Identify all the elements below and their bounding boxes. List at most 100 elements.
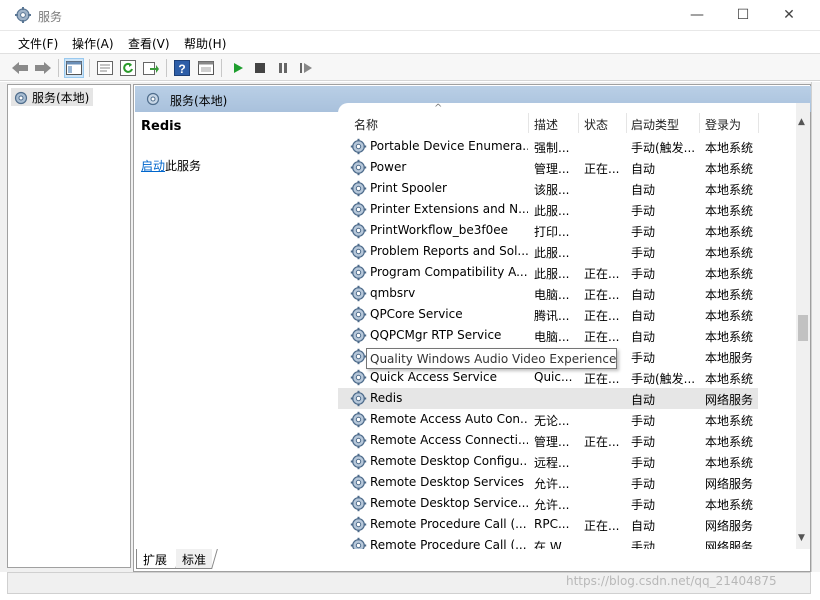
service-row[interactable]: Remote Desktop Service... 允许... 手动 本地系统 — [338, 493, 758, 514]
service-description-cell: 此服... — [534, 204, 570, 218]
service-row[interactable]: Print Spooler 该服... 自动 本地系统 — [338, 178, 758, 199]
service-status-cell: 正在... — [584, 372, 620, 386]
service-description-cell: 在 W... — [534, 540, 572, 549]
service-startup-type-cell: 自动 — [631, 330, 656, 344]
stop-service-icon[interactable] — [250, 58, 270, 78]
title-bar: 服务 — ☐ ✕ — [0, 0, 820, 31]
service-logon-cell: 本地系统 — [705, 330, 754, 344]
scroll-up-icon[interactable]: ▲ — [798, 117, 805, 127]
toolbar: ? — [0, 53, 820, 81]
service-name-cell: Remote Access Auto Con... — [370, 412, 528, 426]
selected-service-name: Redis — [141, 119, 182, 134]
service-row[interactable]: Quick Access Service Quic... 正在... 手动(触发...… — [338, 367, 758, 388]
service-row[interactable]: Remote Procedure Call (... 在 W... 手动 网络服务 — [338, 535, 758, 549]
service-startup-type-cell: 手动 — [631, 435, 656, 449]
back-arrow-icon[interactable] — [10, 58, 30, 78]
menu-action[interactable]: 操作(A) — [72, 35, 114, 52]
service-row[interactable]: QQPCMgr RTP Service 电脑... 正在... 自动 本地系统 — [338, 325, 758, 346]
properties-icon[interactable] — [95, 58, 115, 78]
service-logon-cell: 网络服务 — [705, 519, 754, 533]
service-logon-cell: 本地系统 — [705, 246, 754, 260]
service-startup-type-cell: 手动 — [631, 246, 656, 260]
start-service-suffix: 此服务 — [165, 159, 202, 173]
vertical-scrollbar[interactable]: ▲ ▼ — [796, 103, 810, 549]
tree-node-label: 服务(本地) — [32, 91, 90, 105]
column-header-name[interactable]: 名称 — [354, 116, 378, 133]
services-gear-icon — [14, 91, 28, 104]
column-divider[interactable] — [626, 113, 627, 133]
start-service-link[interactable]: 启动 — [141, 159, 165, 173]
refresh-icon[interactable] — [118, 58, 138, 78]
service-row[interactable]: Printer Extensions and N... 此服... 手动 本地系统 — [338, 199, 758, 220]
service-logon-cell: 本地系统 — [705, 456, 754, 470]
service-name-cell: PrintWorkflow_be3f0ee — [370, 223, 508, 237]
service-startup-type-cell: 自动 — [631, 288, 656, 302]
service-description-cell: Quic... — [534, 370, 573, 384]
pause-service-icon[interactable] — [273, 58, 293, 78]
column-divider[interactable] — [578, 113, 579, 133]
window-right-edge — [811, 82, 820, 572]
start-service-icon[interactable] — [228, 58, 248, 78]
column-header-startup-type[interactable]: 启动类型 — [631, 116, 679, 133]
watermark-text: https://blog.csdn.net/qq_21404875 — [566, 574, 777, 588]
scrollbar-thumb[interactable] — [798, 315, 808, 341]
service-row[interactable]: Remote Access Connecti... 管理... 正在... 手动 本地系… — [338, 430, 758, 451]
restart-service-icon[interactable] — [296, 58, 316, 78]
service-description-cell: 电脑... — [534, 330, 570, 344]
service-startup-type-cell: 自动 — [631, 519, 656, 533]
toolbar-separator — [166, 59, 167, 77]
service-startup-type-cell: 手动 — [631, 351, 656, 365]
help-icon[interactable]: ? — [172, 58, 192, 78]
console-icon[interactable] — [196, 58, 216, 78]
service-row[interactable]: Program Compatibility A... 此服... 正在... 手动 本地… — [338, 262, 758, 283]
minimize-button[interactable]: — — [674, 0, 720, 31]
service-description-cell: 打印... — [534, 225, 570, 239]
service-logon-cell: 本地系统 — [705, 225, 754, 239]
service-row[interactable]: Problem Reports and Sol... 此服... 手动 本地系统 — [338, 241, 758, 262]
service-gear-icon — [350, 138, 367, 155]
scroll-down-icon[interactable]: ▼ — [798, 533, 805, 543]
service-gear-icon — [350, 516, 367, 533]
toolbar-separator — [221, 59, 222, 77]
service-logon-cell: 本地系统 — [705, 414, 754, 428]
service-startup-type-cell: 手动(触发... — [631, 141, 696, 155]
service-row[interactable]: Remote Desktop Configu... 远程... 手动 本地系统 — [338, 451, 758, 472]
service-gear-icon — [350, 201, 367, 218]
service-gear-icon — [350, 222, 367, 239]
tab-standard[interactable]: 标准 — [176, 549, 218, 569]
column-divider[interactable] — [699, 113, 700, 133]
menu-file[interactable]: 文件(F) — [18, 35, 58, 52]
close-button[interactable]: ✕ — [766, 0, 812, 31]
column-header-status[interactable]: 状态 — [584, 116, 608, 133]
service-row[interactable]: Remote Procedure Call (... RPC... 正在... 自动 网… — [338, 514, 758, 535]
maximize-button[interactable]: ☐ — [720, 0, 766, 31]
show-tree-icon[interactable] — [64, 58, 84, 78]
service-logon-cell: 本地系统 — [705, 204, 754, 218]
column-divider[interactable] — [528, 113, 529, 133]
menu-view[interactable]: 查看(V) — [128, 35, 170, 52]
column-divider[interactable] — [758, 113, 759, 133]
column-header-log-on-as[interactable]: 登录为 — [705, 116, 741, 133]
service-row[interactable]: Remote Access Auto Con... 无论... 手动 本地系统 — [338, 409, 758, 430]
svg-text:?: ? — [178, 62, 185, 76]
service-gear-icon — [350, 327, 367, 344]
service-row[interactable]: Redis 自动 网络服务 — [338, 388, 758, 409]
column-header-row: ^ 名称 描述 状态 启动类型 登录为 — [338, 103, 810, 133]
tab-extended[interactable]: 扩展 — [136, 549, 182, 569]
services-list: ^ 名称 描述 状态 启动类型 登录为 Portable Device Enum… — [338, 103, 810, 549]
forward-arrow-icon[interactable] — [33, 58, 53, 78]
service-row[interactable]: Remote Desktop Services 允许... 手动 网络服务 — [338, 472, 758, 493]
service-startup-type-cell: 手动 — [631, 414, 656, 428]
service-row[interactable]: PrintWorkflow_be3f0ee 打印... 手动 本地系统 — [338, 220, 758, 241]
service-row[interactable]: QPCore Service 腾讯... 正在... 自动 本地系统 — [338, 304, 758, 325]
tree-node-services-local[interactable]: 服务(本地) — [11, 88, 94, 106]
service-row[interactable]: Power 管理... 正在... 自动 本地系统 — [338, 157, 758, 178]
menu-help[interactable]: 帮助(H) — [184, 35, 226, 52]
service-gear-icon — [350, 264, 367, 281]
column-header-description[interactable]: 描述 — [534, 116, 558, 133]
service-row[interactable]: qmbsrv 电脑... 正在... 自动 本地系统 — [338, 283, 758, 304]
service-row[interactable]: Portable Device Enumera... 强制... 手动(触发... 本… — [338, 136, 758, 157]
service-gear-icon — [350, 369, 367, 386]
service-name-cell: Remote Access Connecti... — [370, 433, 528, 447]
export-icon[interactable] — [141, 58, 161, 78]
